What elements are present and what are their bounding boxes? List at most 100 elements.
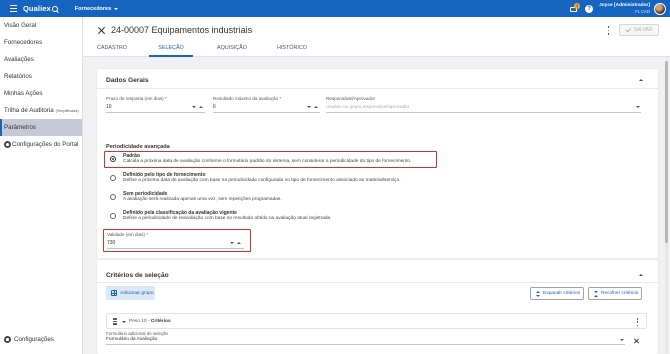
responsavel-input[interactable]: Usuário ou grupo responsável/aprovador: [326, 104, 409, 109]
radio-sem-periodicidade[interactable]: Sem periodicidade A avaliação será reali…: [106, 191, 446, 207]
decrement-icon[interactable]: [192, 106, 196, 108]
check-icon: [625, 26, 631, 33]
prazo-underline: [106, 112, 205, 113]
save-button[interactable]: SALVAR: [619, 24, 659, 36]
radio-unchecked-icon[interactable]: [110, 175, 116, 181]
validade-input[interactable]: 730: [107, 240, 115, 246]
chevron-down-icon[interactable]: [122, 321, 126, 323]
tab-bar: CADASTRO SELEÇÃO AQUISIÇÃO HISTÓRICO: [83, 43, 670, 57]
sidebar-item-label: Relatórios: [4, 73, 32, 80]
collapse-icon[interactable]: [639, 79, 643, 81]
sidebar-item-fornecedores[interactable]: Fornecedores: [0, 34, 82, 51]
sidebar-item-label: Minhas Ações: [4, 90, 43, 97]
expand-icon: [535, 290, 540, 297]
group-separator: -: [147, 319, 150, 324]
top-bar: Qualiex Fornecedores 1 ? Joyce [Administ…: [0, 0, 670, 17]
prazo-label: Prazo de resposta (em dias) *: [106, 96, 167, 101]
divider: [97, 88, 658, 89]
sidebar-item-avaliacoes[interactable]: Avaliações: [0, 51, 82, 68]
radio-unchecked-icon[interactable]: [110, 213, 116, 219]
criterios-card: Critérios de seleção Adicionar grupo Exp…: [97, 260, 658, 354]
sidebar-item-configuracoes-portal[interactable]: Configurações do Portal: [0, 136, 82, 153]
collapse-icon[interactable]: [639, 274, 643, 276]
radio-tipo-fornecimento[interactable]: Definido pelo tipo de fornecimento Defin…: [106, 172, 446, 188]
increment-icon[interactable]: [314, 106, 318, 108]
expand-label: Expandir critérios: [543, 291, 581, 296]
sidebar: Visão Geral Fornecedores Avaliações Rela…: [0, 17, 83, 354]
drag-handle-icon[interactable]: [113, 318, 117, 325]
chevron-down-icon[interactable]: [620, 339, 624, 341]
highlight-padrao: [104, 151, 437, 168]
clear-icon[interactable]: [634, 338, 639, 343]
validade-label: Validade (em dias) *: [107, 232, 149, 237]
add-icon: [111, 290, 117, 296]
radio-unchecked-icon[interactable]: [110, 194, 116, 200]
module-label: Fornecedores: [74, 5, 112, 12]
app-logo[interactable]: Qualiex: [23, 4, 58, 13]
increment-icon[interactable]: [199, 106, 203, 108]
group-label: Peso 10 - Critérios: [129, 319, 171, 324]
scrollbar[interactable]: [665, 61, 668, 354]
user-company: FL CAD: [635, 8, 650, 14]
sidebar-item-note: (Simplificada): [55, 109, 79, 113]
sidebar-item-minhas-acoes[interactable]: Minhas Ações: [0, 85, 82, 102]
tab-cadastro[interactable]: CADASTRO: [89, 43, 135, 57]
resultado-label: Resultado máximo da avaliação *: [213, 96, 282, 101]
option-desc: Define a periodicidade de reavaliação co…: [123, 216, 332, 221]
prazo-input[interactable]: 10: [106, 104, 112, 110]
sidebar-item-label: Fornecedores: [4, 39, 43, 46]
collapse-criteria-button[interactable]: Recolher critérios: [588, 287, 642, 300]
resultado-input[interactable]: 6: [213, 104, 216, 110]
help-icon[interactable]: ?: [585, 4, 594, 13]
periodicidade-label: Periodicidade avançada: [106, 144, 170, 150]
module-selector[interactable]: Fornecedores: [74, 5, 119, 12]
sidebar-item-label: Avaliações: [4, 56, 34, 63]
increment-icon[interactable]: [237, 242, 241, 244]
decrement-icon[interactable]: [230, 242, 234, 244]
option-desc: A avaliação será realizada apenas uma ve…: [123, 197, 282, 202]
notification-badge: 1: [574, 2, 581, 9]
sidebar-item-parametros[interactable]: Parâmetros: [0, 119, 82, 136]
add-group-label: Adicionar grupo: [120, 290, 154, 296]
logo-text: Qualiex: [23, 4, 51, 13]
avatar[interactable]: [654, 2, 666, 15]
chevron-down-icon[interactable]: [636, 106, 640, 108]
dados-gerais-title: Dados Gerais: [106, 77, 149, 84]
menu-icon[interactable]: [6, 2, 20, 16]
notifications-button[interactable]: 1: [569, 2, 581, 14]
radio-classificacao[interactable]: Definido pela classificação da avaliação…: [106, 210, 446, 226]
add-group-button[interactable]: Adicionar grupo: [106, 286, 155, 300]
decrement-icon[interactable]: [307, 106, 311, 108]
tab-aquisicao[interactable]: AQUISIÇÃO: [209, 43, 255, 57]
save-label: SALVAR: [633, 27, 653, 33]
page-header: 24-00007 Equipamentos industriais SALVAR…: [83, 17, 670, 57]
sidebar-item-configuracoes[interactable]: Configurações: [0, 331, 54, 348]
more-options-icon[interactable]: [607, 26, 610, 35]
sidebar-item-label: Configurações: [14, 336, 54, 343]
criterios-title: Critérios de seleção: [106, 272, 169, 279]
scrollbar-thumb[interactable]: [665, 61, 668, 243]
logo-mark-icon: [51, 5, 58, 12]
close-icon[interactable]: [97, 26, 105, 34]
formulario-underline: [106, 344, 625, 345]
gear-icon: [4, 141, 11, 148]
criteria-group-row[interactable]: Peso 10 - Critérios: [106, 313, 647, 329]
sidebar-item-trilha-auditoria[interactable]: Trilha de Auditoria (Simplificada): [0, 102, 82, 119]
main-content: 24-00007 Equipamentos industriais SALVAR…: [83, 17, 670, 354]
more-options-icon[interactable]: [636, 318, 639, 326]
tab-selecao[interactable]: SELEÇÃO: [149, 43, 193, 57]
responsavel-label: Responsável/Aprovador: [326, 96, 376, 101]
sidebar-item-relatorios[interactable]: Relatórios: [0, 68, 82, 85]
sidebar-item-label: Parâmetros: [4, 124, 36, 131]
sidebar-item-label: Configurações do Portal: [12, 141, 79, 148]
gear-icon: [4, 336, 11, 343]
tab-historico[interactable]: HISTÓRICO: [269, 43, 315, 57]
expand-criteria-button[interactable]: Expandir critérios: [530, 287, 584, 300]
dados-gerais-card: Dados Gerais Prazo de resposta (em dias)…: [97, 69, 658, 258]
collapse-all-icon: [593, 290, 598, 297]
formulario-input[interactable]: Formulário da Avaliação: [106, 337, 157, 342]
sidebar-item-visao-geral[interactable]: Visão Geral: [0, 17, 82, 34]
validade-underline: [107, 248, 244, 249]
user-info[interactable]: Joyce [Administrador] FL CAD: [599, 3, 650, 14]
option-desc: Define a próxima data de avaliação com b…: [123, 178, 401, 183]
